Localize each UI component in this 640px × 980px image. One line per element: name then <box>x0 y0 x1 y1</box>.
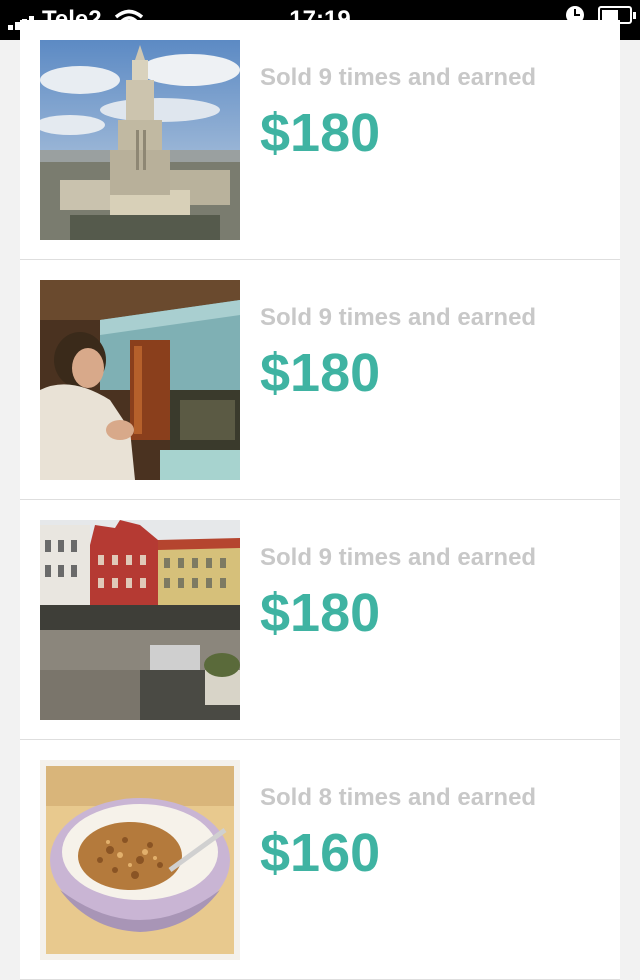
sold-text: Sold 9 times and earned <box>260 64 537 91</box>
sold-text: Sold 8 times and earned <box>260 784 537 811</box>
sold-text: Sold 9 times and earned <box>260 304 537 331</box>
sold-text: Sold 9 times and earned <box>260 544 537 571</box>
woman-robe-photo <box>40 280 240 480</box>
sale-card[interactable]: Sold 9 times and earned $180 <box>20 20 620 260</box>
earned-amount: $180 <box>260 343 381 403</box>
sale-card[interactable]: Sold 9 times and earned $180 <box>20 260 620 500</box>
city-tower-photo <box>40 40 240 240</box>
town-square-photo <box>40 520 240 720</box>
earned-amount: $160 <box>260 823 381 883</box>
sale-card[interactable]: Sold 9 times and earned $180 <box>20 500 620 740</box>
earned-amount: $180 <box>260 103 381 163</box>
cereal-bowl-photo <box>40 760 240 960</box>
sale-card[interactable]: Sold 8 times and earned $160 <box>20 740 620 980</box>
earned-amount: $180 <box>260 583 381 643</box>
